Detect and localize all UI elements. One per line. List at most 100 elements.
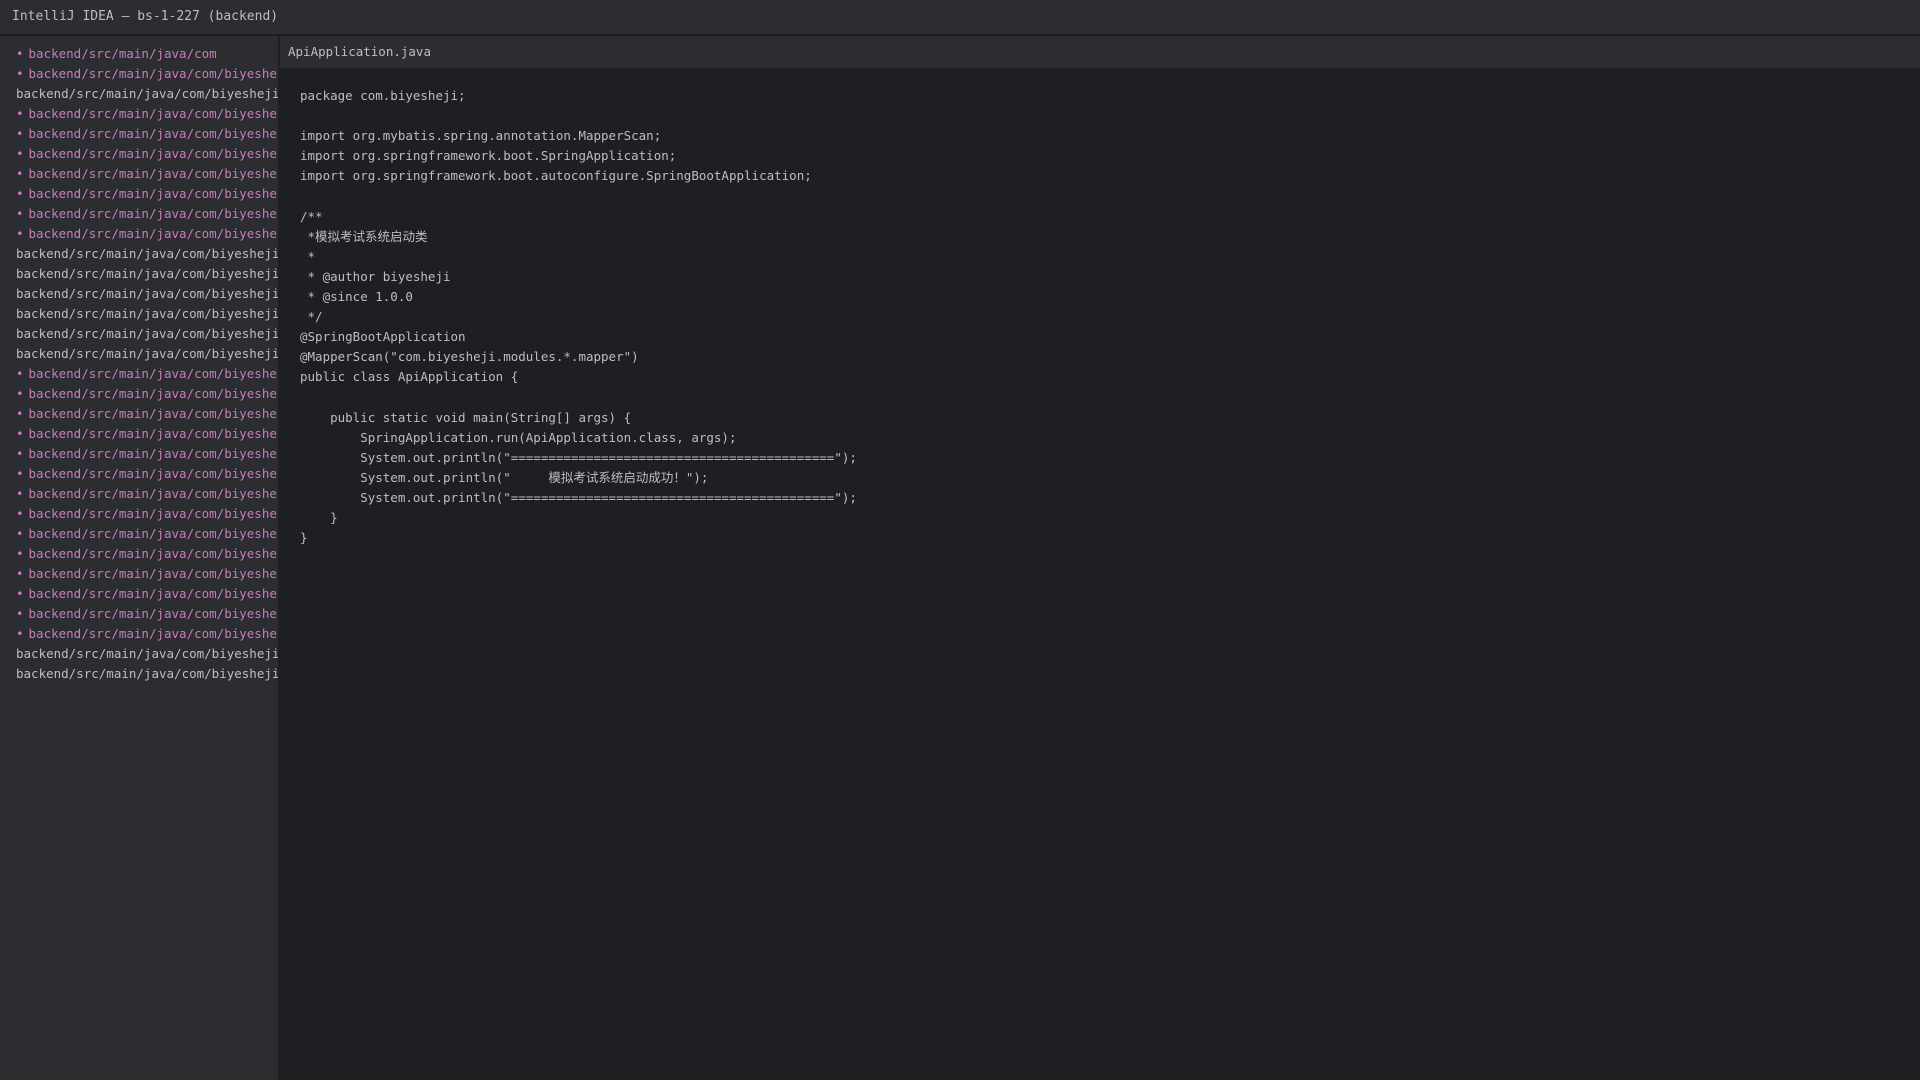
sidebar-item-14[interactable]: backend/src/main/java/com/biyesheji/c [16,324,279,344]
modified-bullet-icon: • [16,565,24,581]
sidebar-item-label: backend/src/main/java/com/biyesheji/c [16,325,279,341]
sidebar-item-label: backend/src/main/java/com/biyesheji [28,365,279,381]
modified-bullet-icon: • [16,505,24,521]
sidebar-item-label: backend/src/main/java/com/biyesheji/c [16,305,279,321]
sidebar-item-label: backend/src/main/java/com/biyesheji [28,545,279,561]
sidebar-item-10[interactable]: backend/src/main/java/com/biyesheji/c [16,244,279,264]
modified-bullet-icon: • [16,385,24,401]
sidebar-item-label: backend/src/main/java/com/biyesheji [28,405,279,421]
sidebar-item-20[interactable]: • backend/src/main/java/com/biyesheji [16,444,279,464]
modified-bullet-icon: • [16,365,24,381]
ide-window: IntelliJ IDEA — bs-1-227 (backend) • back… [0,0,1920,1080]
modified-bullet-icon: • [16,445,24,461]
code-line: } [300,530,308,546]
sidebar-item-label: backend/src/main/java/com/biyesheji [28,165,279,181]
sidebar-item-label: backend/src/main/java/com/biyesheji [28,465,279,481]
sidebar-item-label: backend/src/main/java/com/biyesheji/c [16,285,279,301]
sidebar-item-1[interactable]: • backend/src/main/java/com/biyesheji [16,64,278,84]
sidebar-item-21[interactable]: • backend/src/main/java/com/biyesheji [16,464,279,484]
code-line: * @author biyesheji [300,268,451,284]
sidebar-item-13[interactable]: backend/src/main/java/com/biyesheji/c [16,304,279,324]
code-line: import org.springframework.boot.autoconf… [300,168,812,184]
code-line: package com.biyesheji; [300,88,466,103]
sidebar-item-27[interactable]: • backend/src/main/java/com/biyesheji [16,584,279,604]
sidebar-item-18[interactable]: • backend/src/main/java/com/biyesheji [16,404,279,424]
code-line: @MapperScan("com.biyesheji.modules.*.map… [300,349,639,365]
sidebar-item-label: backend/src/main/java/com/biyesheji/t [16,645,279,661]
sidebar-item-26[interactable]: • backend/src/main/java/com/biyesheji [16,564,279,584]
sidebar-item-0[interactable]: • backend/src/main/java/com [16,44,217,64]
code-editor[interactable]: package com.biyesheji; import org.mybatis… [300,86,1900,548]
modified-bullet-icon: • [16,205,24,221]
sidebar-item-30[interactable]: backend/src/main/java/com/biyesheji/t [16,644,279,664]
sidebar-item-2[interactable]: backend/src/main/java/com/biyesheji/A [16,84,278,104]
sidebar-item-label: backend/src/main/java/com/biyesheji/c [16,245,279,261]
sidebar-item-28[interactable]: • backend/src/main/java/com/biyesheji [16,604,279,624]
sidebar-item-29[interactable]: • backend/src/main/java/com/biyesheji [16,624,279,644]
code-line: System.out.println("====================… [300,449,857,465]
sidebar-item-label: backend/src/main/java/com/biyesheji [28,525,279,541]
modified-bullet-icon: • [16,625,24,641]
sidebar-item-22[interactable]: • backend/src/main/java/com/biyesheji [16,484,279,504]
sidebar-item-label: backend/src/main/java/com/biyesheji/c [16,265,279,281]
sidebar-item-24[interactable]: • backend/src/main/java/com/biyesheji [16,524,279,544]
sidebar-item-label: backend/src/main/java/com/biyesheji [28,565,279,581]
sidebar-item-4[interactable]: • backend/src/main/java/com/biyesheji [16,124,278,144]
code-line: System.out.println("====================… [300,489,857,505]
sidebar-item-25[interactable]: • backend/src/main/java/com/biyesheji [16,544,279,564]
tab-api-application[interactable]: ApiApplication.java [288,44,431,59]
sidebar-item-label: backend/src/main/java/com/biyesheji [28,225,279,241]
modified-bullet-icon: • [16,605,24,621]
sidebar-item-label: backend/src/main/java/com/biyesheji [28,205,279,221]
modified-bullet-icon: • [16,65,24,81]
sidebar-item-11[interactable]: backend/src/main/java/com/biyesheji/c [16,264,279,284]
code-line: public static void main(String[] args) { [300,409,632,425]
modified-bullet-icon: • [16,465,24,481]
sidebar-item-12[interactable]: backend/src/main/java/com/biyesheji/c [16,284,279,304]
modified-bullet-icon: • [16,125,24,141]
modified-bullet-icon: • [16,225,24,241]
sidebar-item-label: backend/src/main/java/com/biyesheji [28,485,279,501]
sidebar-item-label: backend/src/main/java/com/biyesheji [28,385,279,401]
modified-bullet-icon: • [16,485,24,501]
title-bar: IntelliJ IDEA — bs-1-227 (backend) [0,0,1920,35]
sidebar-item-8[interactable]: • backend/src/main/java/com/biyesheji [16,204,279,224]
sidebar-item-7[interactable]: • backend/src/main/java/com/biyesheji [16,184,279,204]
sidebar-item-label: backend/src/main/java/com/biyesheji/c [16,345,279,361]
sidebar-item-label: backend/src/main/java/com [28,45,217,61]
sidebar-item-19[interactable]: • backend/src/main/java/com/biyesheji [16,424,279,444]
code-line: @SpringBootApplication [300,329,466,345]
modified-bullet-icon: • [16,105,24,121]
project-sidebar: • backend/src/main/java/com • backend/src/m… [0,36,279,1080]
code-line: *模拟考试系统启动类 [300,228,428,244]
code-line: /** [300,208,323,224]
sidebar-item-3[interactable]: • backend/src/main/java/com/biyesheji [16,104,278,124]
modified-bullet-icon: • [16,545,24,561]
modified-bullet-icon: • [16,525,24,541]
sidebar-item-15[interactable]: backend/src/main/java/com/biyesheji/c [16,344,279,364]
sidebar-item-label: backend/src/main/java/com/biyesheji [28,625,279,641]
sidebar-item-label: backend/src/main/java/com/biyesheji [28,425,279,441]
sidebar-item-label: backend/src/main/java/com/biyesheji [28,585,279,601]
modified-bullet-icon: • [16,185,24,201]
sidebar-item-5[interactable]: • backend/src/main/java/com/biyesheji [16,144,278,164]
sidebar-item-label: backend/src/main/java/com/biyesheji [28,185,279,201]
sidebar-item-label: backend/src/main/java/com/biyesheji [28,605,279,621]
sidebar-item-label: backend/src/main/java/com/biyesheji [28,445,279,461]
sidebar-item-17[interactable]: • backend/src/main/java/com/biyesheji [16,384,279,404]
code-line: } [300,509,338,525]
modified-bullet-icon: • [16,425,24,441]
sidebar-item-23[interactable]: • backend/src/main/java/com/biyesheji [16,504,278,524]
modified-bullet-icon: • [16,405,24,421]
sidebar-item-9[interactable]: • backend/src/main/java/com/biyesheji [16,224,279,244]
sidebar-item-16[interactable]: • backend/src/main/java/com/biyesheji [16,364,279,384]
sidebar-item-31[interactable]: backend/src/main/java/com/biyesheji/t [16,664,278,684]
modified-bullet-icon: • [16,585,24,601]
sidebar-item-6[interactable]: • backend/src/main/java/com/biyesheji [16,164,279,184]
editor-pane: ApiApplication.java package com.biyeshej… [280,36,1920,1080]
editor-tab-bar: ApiApplication.java [280,36,1920,69]
modified-bullet-icon: • [16,145,24,161]
